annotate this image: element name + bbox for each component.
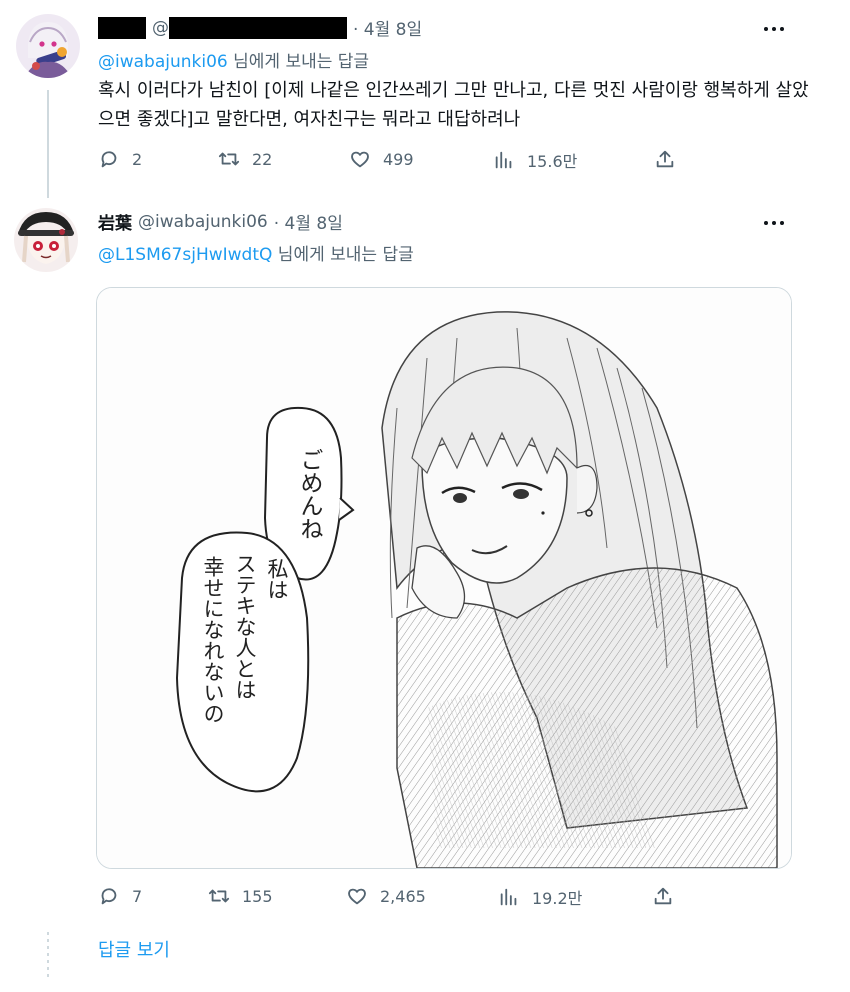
views-icon	[500, 888, 517, 906]
reply-icon	[101, 888, 117, 905]
share-button[interactable]	[652, 885, 674, 907]
share-button[interactable]	[654, 148, 676, 170]
reply-mention[interactable]: @L1SM67sjHwIwdtQ	[98, 245, 272, 265]
bubble-large-line-3: 幸せになれないの	[201, 556, 225, 724]
reply-icon	[101, 151, 117, 168]
bubble-small-text: ごめんね	[296, 448, 323, 540]
reply-suffix: 님에게 보내는 답글	[227, 52, 370, 72]
retweet-icon	[218, 152, 240, 166]
redacted-handle	[169, 16, 347, 39]
tweet-actions: 2 22 499 15.6만	[98, 148, 788, 178]
timestamp[interactable]: · 4월 8일	[353, 15, 422, 40]
thread-dots	[47, 932, 49, 980]
retweet-count: 22	[252, 149, 273, 169]
more-icon[interactable]	[764, 27, 784, 31]
bubble-large-line-2: ステキな人とは	[233, 553, 257, 700]
handle[interactable]: @iwabajunki06	[138, 212, 268, 232]
tweet-header: 岩葉 @iwabajunki06 · 4월 8일	[98, 209, 343, 235]
more-icon[interactable]	[764, 221, 784, 225]
views-count: 15.6만	[527, 152, 578, 171]
reply-button[interactable]: 2	[98, 148, 142, 170]
bubble-large-line-1: 私は	[265, 558, 289, 600]
redacted-name	[98, 16, 146, 39]
display-name[interactable]: 岩葉	[98, 209, 132, 234]
tweet-header: @ · 4월 8일	[98, 15, 422, 40]
like-button[interactable]: 499	[349, 148, 414, 170]
reply-button[interactable]: 7	[98, 885, 142, 907]
thread-line	[47, 90, 49, 198]
like-icon	[348, 888, 366, 905]
views-button[interactable]: 19.2만	[498, 885, 582, 909]
manga-illustration: ごめんね 私は ステキな人とは 幸せになれないの	[97, 288, 791, 868]
tweet-text: 혹시 이러다가 남친이 [이제 나같은 인간쓰레기 그만 만나고, 다른 멋진 …	[98, 80, 809, 130]
retweet-button[interactable]: 155	[208, 885, 273, 907]
views-count: 19.2만	[532, 889, 583, 908]
retweet-icon	[208, 889, 230, 903]
reply-to: @L1SM67sjHwIwdtQ 님에게 보내는 답글	[98, 240, 414, 265]
share-icon	[656, 150, 674, 168]
reply-count: 7	[132, 886, 143, 906]
reply-count: 2	[132, 149, 143, 169]
timestamp[interactable]: · 4월 8일	[274, 209, 343, 234]
reply-mention[interactable]: @iwabajunki06	[98, 52, 228, 72]
handle-prefix: @	[152, 17, 169, 38]
reply-to: @iwabajunki06 님에게 보내는 답글	[98, 47, 369, 72]
views-icon	[495, 151, 512, 169]
like-count: 2,465	[380, 886, 426, 906]
show-replies-link[interactable]: 답글 보기	[98, 936, 170, 962]
like-icon	[351, 151, 369, 168]
views-button[interactable]: 15.6만	[493, 148, 577, 172]
share-icon	[654, 887, 672, 905]
tweet-actions: 7 155 2,465 19.2만	[98, 885, 788, 915]
retweet-count: 155	[242, 886, 273, 906]
like-count: 499	[383, 149, 414, 169]
avatar[interactable]	[16, 14, 80, 78]
tweet-image[interactable]: ごめんね 私は ステキな人とは 幸せになれないの	[96, 287, 792, 869]
reply-suffix: 님에게 보내는 답글	[272, 245, 414, 265]
avatar[interactable]	[14, 208, 78, 272]
retweet-button[interactable]: 22	[218, 148, 272, 170]
like-button[interactable]: 2,465	[346, 885, 426, 907]
